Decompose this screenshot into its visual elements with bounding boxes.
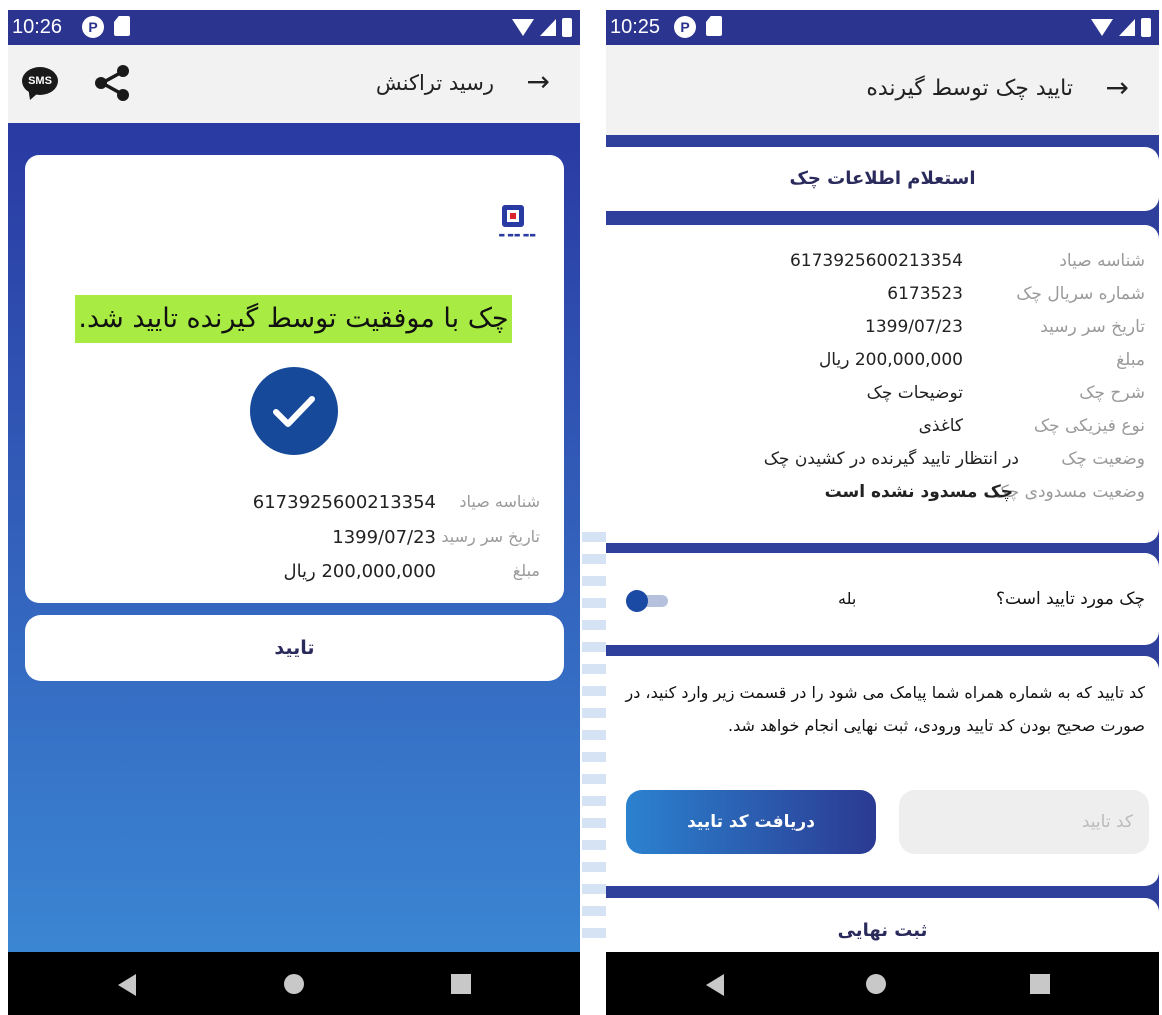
app-bar: تایید چک توسط گیرنده → — [606, 45, 1159, 135]
detail-value: توضیحات چک — [866, 383, 963, 403]
detail-value: چک مسدود نشده است — [824, 482, 1013, 502]
detail-value: کاغذی — [918, 416, 963, 436]
nav-home-icon[interactable] — [866, 974, 886, 994]
receiver-approval-screen: 10:25 P تایید چک توسط گیرنده → استعلام ا… — [606, 10, 1159, 1015]
receipt-value: 200,000,000 ریال — [283, 561, 436, 582]
sd-card-icon — [114, 16, 130, 36]
background-stripes — [582, 520, 606, 940]
confirm-button-label: تایید — [274, 637, 315, 659]
battery-icon — [562, 18, 572, 37]
get-code-button[interactable]: دریافت کد تایید — [626, 790, 876, 854]
app-notification-icon: P — [82, 16, 104, 38]
status-bar: 10:25 P — [606, 10, 1159, 45]
bank-logo-icon: ▬ ▬▬ ▬▬ — [492, 205, 536, 245]
detail-value: در انتظار تایید گیرنده در کشیدن چک — [763, 449, 1019, 469]
success-message: چک با موفقیت توسط گیرنده تایید شد. — [75, 295, 512, 343]
nav-recents-icon[interactable] — [451, 974, 471, 994]
wifi-icon — [512, 19, 534, 36]
nav-recents-icon[interactable] — [1030, 974, 1050, 994]
sd-card-icon — [706, 16, 722, 36]
app-bar: SMS رسید تراکنش → — [8, 45, 580, 123]
system-icons — [1091, 18, 1151, 37]
share-icon[interactable] — [92, 63, 132, 103]
receipt-card: ▬ ▬▬ ▬▬ چک با موفقیت توسط گیرنده تایید ش… — [25, 155, 564, 603]
system-nav-bar — [8, 952, 580, 1015]
detail-label: تاریخ سر رسید — [1040, 317, 1145, 337]
nav-back-icon[interactable] — [706, 974, 724, 996]
notification-icons: P — [82, 16, 130, 38]
receipt-row-sayad-id: شناسه صیاد 6173925600213354 — [25, 492, 564, 518]
system-icons — [512, 18, 572, 37]
receipt-row-amount: مبلغ 200,000,000 ریال — [25, 561, 564, 587]
back-arrow-icon[interactable]: → — [527, 65, 550, 98]
checkmark-circle-icon — [250, 367, 338, 455]
system-nav-bar — [606, 952, 1159, 1015]
wifi-icon — [1091, 19, 1113, 36]
receipt-label: مبلغ — [512, 561, 540, 580]
inquiry-button[interactable]: استعلام اطلاعات چک — [606, 147, 1159, 211]
app-notification-icon: P — [674, 16, 696, 38]
approval-card: چک مورد تایید است؟ بله — [606, 553, 1159, 645]
approval-question: چک مورد تایید است؟ — [996, 589, 1145, 609]
sms-icon[interactable]: SMS — [22, 67, 58, 95]
nav-back-icon[interactable] — [118, 974, 136, 996]
verification-code-card: کد تایید که به شماره همراه شما پیامک می … — [606, 656, 1159, 886]
detail-value: 200,000,000 ریال — [818, 350, 963, 370]
receipt-value: 6173925600213354 — [252, 492, 436, 513]
battery-icon — [1141, 18, 1151, 37]
receipt-screen: 10:26 P SMS رسید تراکنش → ▬ ▬▬ ▬▬ چک با … — [8, 10, 580, 1015]
detail-label: شماره سریال چک — [1016, 284, 1145, 304]
detail-value: 6173523 — [887, 284, 963, 304]
signal-icon — [1119, 19, 1135, 36]
confirm-button[interactable]: تایید — [25, 615, 564, 681]
check-details-card: شناسه صیاد 6173925600213354 شماره سریال … — [606, 225, 1159, 543]
detail-label: شرح چک — [1079, 383, 1145, 403]
detail-value: 6173925600213354 — [789, 251, 963, 271]
notification-icons: P — [674, 16, 722, 38]
receipt-label: تاریخ سر رسید — [441, 527, 540, 546]
inquiry-button-label: استعلام اطلاعات چک — [789, 168, 976, 189]
back-arrow-icon[interactable]: → — [1106, 71, 1129, 104]
detail-label: نوع فیزیکی چک — [1033, 416, 1145, 436]
nav-home-icon[interactable] — [284, 974, 304, 994]
approval-answer: بله — [838, 589, 857, 608]
sms-icon-label: SMS — [28, 75, 52, 87]
detail-label: وضعیت مسدودی چک — [993, 482, 1145, 502]
page-title: تایید چک توسط گیرنده — [866, 76, 1073, 101]
receipt-value: 1399/07/23 — [332, 527, 436, 548]
page-title: رسید تراکنش — [375, 71, 494, 95]
signal-icon — [540, 19, 556, 36]
status-bar: 10:26 P — [8, 10, 580, 45]
code-instruction: کد تایید که به شماره همراه شما پیامک می … — [625, 683, 1145, 735]
status-time: 10:26 — [12, 16, 63, 38]
receipt-row-due-date: تاریخ سر رسید 1399/07/23 — [25, 527, 564, 553]
verification-code-input[interactable] — [899, 790, 1149, 854]
detail-label: وضعیت چک — [1061, 449, 1145, 469]
status-time: 10:25 — [610, 16, 661, 38]
detail-label: شناسه صیاد — [1059, 251, 1145, 271]
approval-toggle[interactable] — [626, 590, 670, 612]
receipt-label: شناسه صیاد — [459, 492, 540, 511]
detail-value: 1399/07/23 — [865, 317, 963, 337]
detail-label: مبلغ — [1116, 350, 1145, 370]
